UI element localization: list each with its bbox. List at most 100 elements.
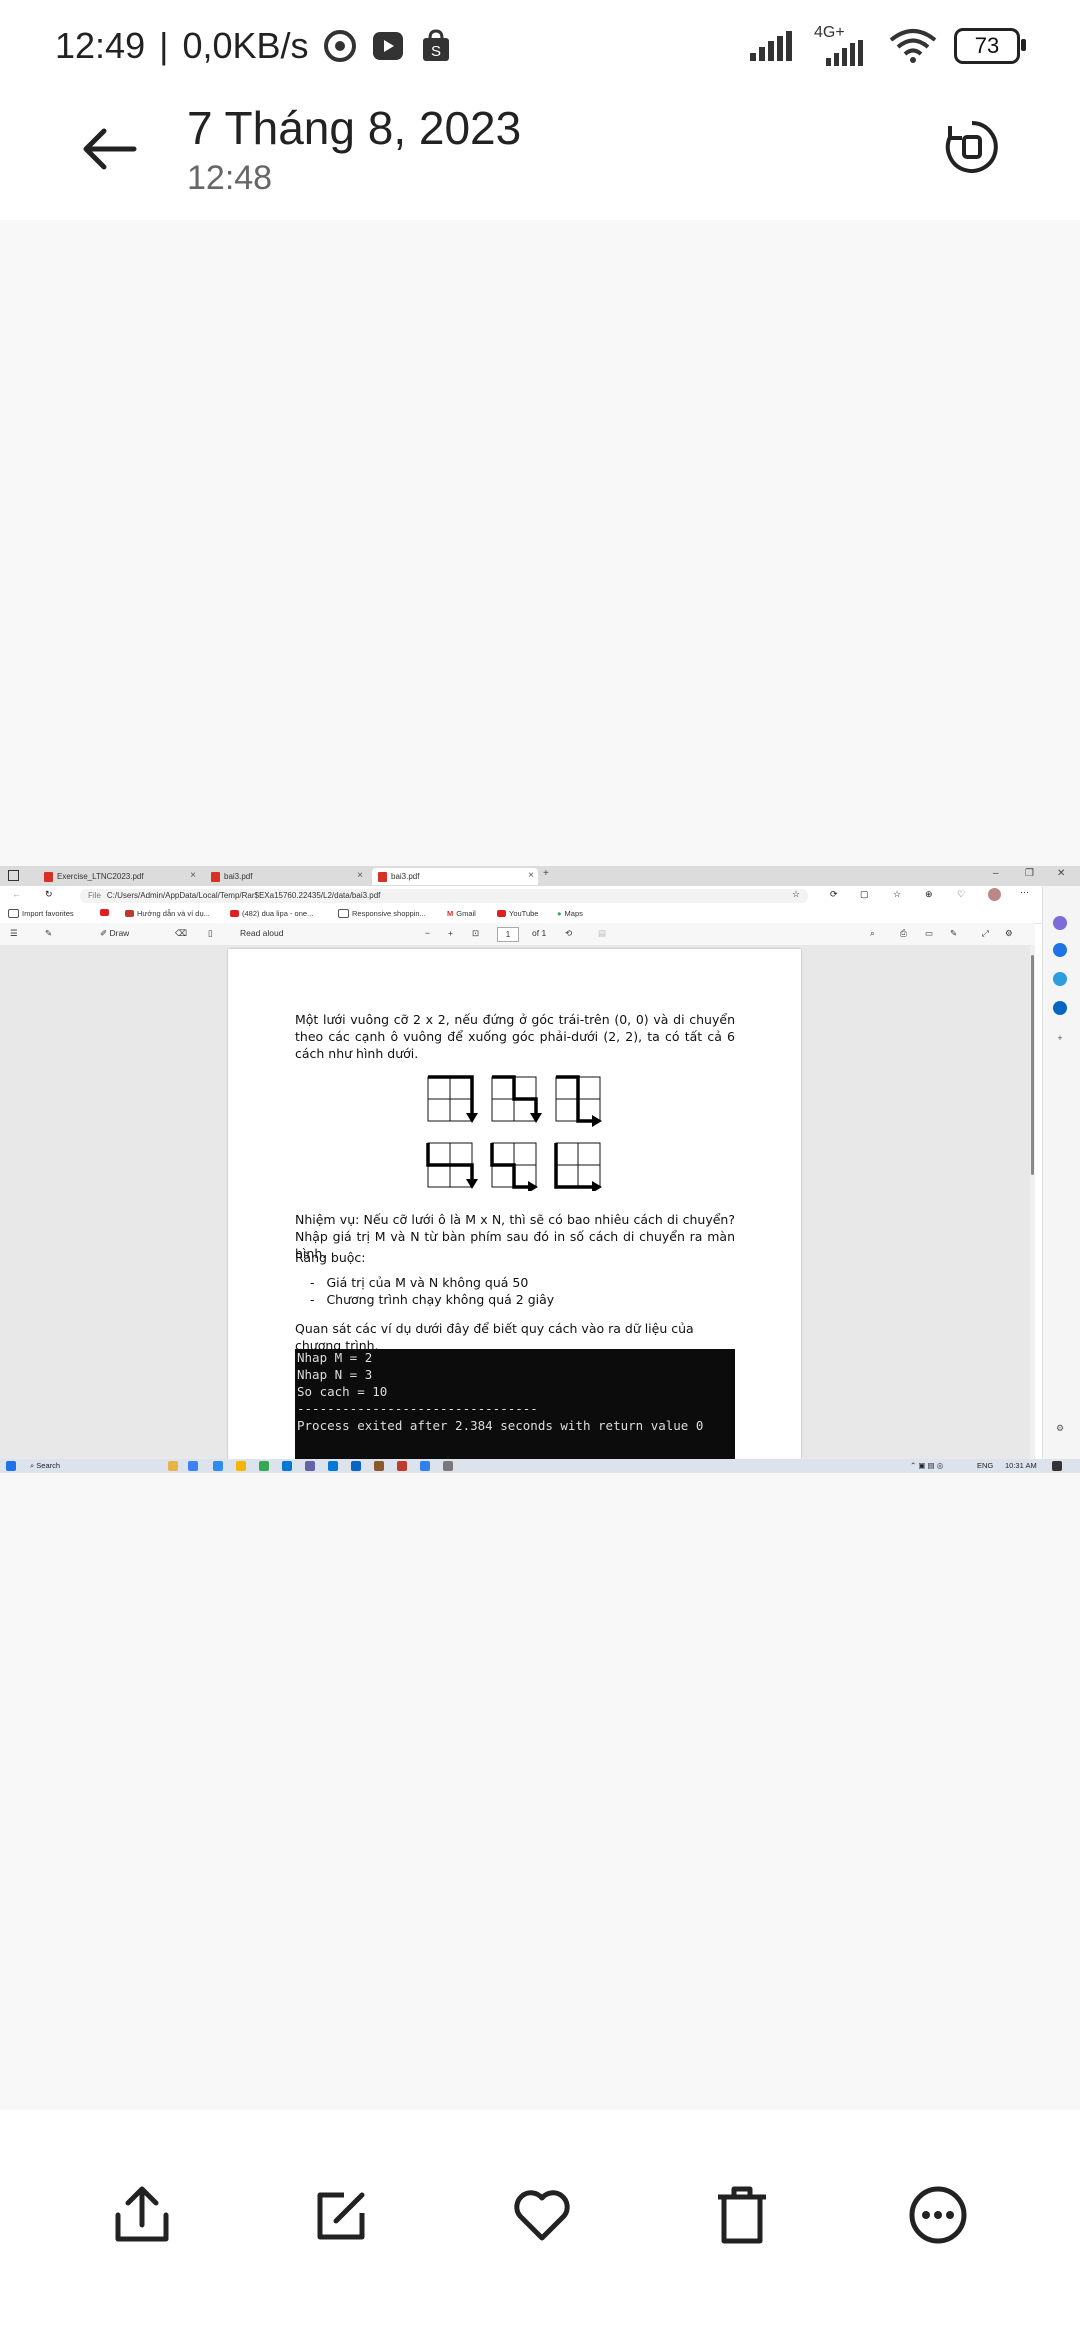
url-text: C:/Users/Admin/AppData/Local/Temp/Rar$EX… xyxy=(106,891,381,900)
tray-icons[interactable]: ⌃ ▣ ▤ ◎ xyxy=(910,1461,943,1470)
browser-tab-3[interactable]: bai3.pdf × xyxy=(372,868,538,885)
rotate-page-icon[interactable]: ⟲ xyxy=(565,928,572,939)
wifi-icon xyxy=(889,29,937,63)
outlook-icon[interactable] xyxy=(1053,1001,1067,1015)
tools-icon[interactable] xyxy=(1053,972,1067,986)
browser-tab-1[interactable]: Exercise_LTNC2023.pdf × xyxy=(38,868,200,885)
taskbar-app-icon[interactable] xyxy=(374,1461,384,1471)
status-left: 12:49 | 0,0KB/s S xyxy=(55,25,453,67)
favorite-star-icon[interactable]: ☆ xyxy=(792,889,800,900)
print-icon[interactable]: ⎙ xyxy=(900,928,907,939)
explorer-taskbar-icon[interactable] xyxy=(236,1461,246,1471)
collections-icon[interactable]: ⊕ xyxy=(925,889,933,900)
taskbar-app-icon[interactable] xyxy=(328,1461,338,1471)
taskbar-search[interactable]: ⌕ Search xyxy=(30,1461,60,1471)
taskbar-app-icon[interactable] xyxy=(397,1461,407,1471)
favorite-2[interactable]: Hướng dẫn và ví dụ... xyxy=(125,909,210,918)
erase-icon[interactable]: ⌫ xyxy=(175,928,187,939)
draw-button[interactable]: ✐ Draw xyxy=(100,928,129,939)
close-window-icon[interactable]: ✕ xyxy=(1057,868,1065,879)
browser-essentials-icon[interactable]: ♡ xyxy=(957,889,965,900)
close-tab-icon[interactable]: × xyxy=(357,870,363,881)
status-bar: 12:49 | 0,0KB/s S 4G+ 73 xyxy=(0,0,1080,95)
taskbar-app-icon[interactable] xyxy=(420,1461,430,1471)
constraint-item: - Giá trị của M và N không quá 50 xyxy=(310,1275,529,1290)
find-icon[interactable]: ⌕ xyxy=(870,928,875,939)
split-screen-icon[interactable]: ▢ xyxy=(860,889,869,900)
windows-start-icon[interactable] xyxy=(6,1461,16,1471)
search-sidebar-icon[interactable] xyxy=(1053,916,1067,930)
taskbar-app-icon[interactable] xyxy=(443,1461,453,1471)
signal-icon xyxy=(750,31,792,61)
zoom-out-button[interactable]: − xyxy=(425,928,430,938)
chrome-taskbar-icon[interactable] xyxy=(259,1461,269,1471)
page-number-input[interactable]: 1 xyxy=(497,927,519,942)
language-indicator[interactable]: ENG xyxy=(977,1461,993,1470)
page-subtitle: 12:48 xyxy=(187,159,273,197)
save-as-icon[interactable]: ✎ xyxy=(950,928,957,939)
fullscreen-icon[interactable]: ⤢ xyxy=(982,928,989,939)
extension-icon[interactable]: ⟳ xyxy=(830,889,838,900)
taskbar-app-icon[interactable] xyxy=(351,1461,361,1471)
zoom-in-button[interactable]: + xyxy=(448,928,453,938)
favorite-3[interactable]: (482) dua lipa - one... xyxy=(230,909,313,918)
notification-icon[interactable] xyxy=(1052,1461,1062,1471)
tab-actions-icon[interactable] xyxy=(8,870,19,881)
favorite-gmail[interactable]: M Gmail xyxy=(447,909,476,918)
refresh-icon[interactable]: ↻ xyxy=(45,889,53,900)
url-field[interactable]: File C:/Users/Admin/AppData/Local/Temp/Ra… xyxy=(80,889,808,903)
add-sidebar-icon[interactable]: + xyxy=(1053,1031,1067,1045)
two-page-icon[interactable]: ▤ xyxy=(598,928,606,939)
favorite-4[interactable]: Responsive shoppin... xyxy=(338,909,426,918)
fit-page-icon[interactable]: ⊡ xyxy=(472,928,479,939)
link-icon xyxy=(125,910,134,917)
highlight-icon[interactable]: ✎ xyxy=(45,928,52,939)
rotate-icon[interactable] xyxy=(942,117,1002,177)
close-tab-icon[interactable]: × xyxy=(528,870,534,881)
share-button[interactable] xyxy=(97,2170,187,2260)
new-tab-button[interactable]: + xyxy=(543,868,549,879)
console-output: Nhap M = 2 Nhap N = 3 So cach = 10 -----… xyxy=(295,1349,735,1459)
contents-icon[interactable]: ☰ xyxy=(10,928,18,939)
profile-avatar[interactable] xyxy=(988,888,1001,901)
favorites-icon[interactable]: ☆ xyxy=(893,889,901,900)
close-tab-icon[interactable]: × xyxy=(190,870,196,881)
read-aloud-button[interactable]: Read aloud xyxy=(240,928,283,938)
taskbar-clock[interactable]: 10:31 AM xyxy=(1005,1461,1037,1470)
taskbar-app-icon[interactable] xyxy=(188,1461,198,1471)
shopee-icon: S xyxy=(422,29,449,61)
delete-button[interactable] xyxy=(697,2170,787,2260)
pdf-settings-icon[interactable]: ⚙ xyxy=(1005,928,1013,939)
address-bar: ← ↻ File C:/Users/Admin/AppData/Local/Tem… xyxy=(0,886,1080,907)
favorite-button[interactable] xyxy=(497,2170,587,2260)
minimize-icon[interactable]: – xyxy=(993,868,999,879)
youtube-icon xyxy=(230,910,239,917)
save-icon[interactable]: ▭ xyxy=(925,928,933,939)
app-bar: 7 Tháng 8, 2023 12:48 xyxy=(0,95,1080,220)
restore-icon[interactable]: ❐ xyxy=(1025,868,1034,879)
svg-text:S: S xyxy=(431,43,441,60)
browser-tab-2[interactable]: bai3.pdf × xyxy=(205,868,367,885)
shopping-icon[interactable] xyxy=(1053,943,1067,957)
page-title: 7 Tháng 8, 2023 xyxy=(187,102,522,154)
sidebar-settings-icon[interactable]: ⚙ xyxy=(1053,1421,1067,1435)
taskbar-app-icon[interactable] xyxy=(305,1461,315,1471)
edge-sidebar: + ⚙ xyxy=(1042,886,1080,1459)
favorite-maps[interactable]: ● Maps xyxy=(557,909,583,918)
taskbar-app-icon[interactable] xyxy=(168,1461,178,1471)
mail-taskbar-icon[interactable] xyxy=(282,1461,292,1471)
edit-button[interactable] xyxy=(297,2170,387,2260)
back-arrow-icon[interactable] xyxy=(78,117,142,181)
favorite-import[interactable]: Import favorites xyxy=(8,909,74,918)
favorites-bar: Import favorites Hướng dẫn và ví dụ... (… xyxy=(0,906,1080,924)
scroll-thumb[interactable] xyxy=(1031,955,1034,1175)
page-view-icon[interactable]: ▯ xyxy=(208,928,213,939)
more-button[interactable] xyxy=(893,2170,983,2260)
back-nav-icon[interactable]: ← xyxy=(12,889,21,899)
favorite-youtube-1[interactable] xyxy=(100,909,109,916)
youtube-icon xyxy=(100,909,109,916)
settings-more-icon[interactable]: ··· xyxy=(1020,887,1029,897)
pdf-scrollbar[interactable] xyxy=(1030,945,1035,1459)
edge-taskbar-icon[interactable] xyxy=(213,1461,223,1471)
favorite-youtube[interactable]: YouTube xyxy=(497,909,538,918)
